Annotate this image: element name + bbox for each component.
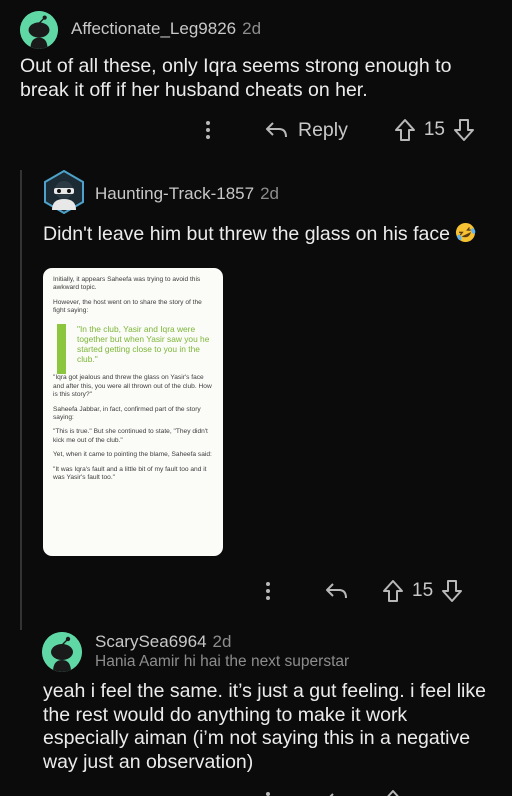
comment-actions: Reply 15	[198, 113, 475, 147]
more-options-icon[interactable]	[198, 120, 218, 140]
comment-body: Out of all these, only Iqra seems strong…	[20, 55, 452, 101]
article-paragraph: "It was Iqra's fault and a little bit of…	[53, 465, 207, 482]
user-flair: Hania Aamir hi hai the next superstar	[95, 653, 350, 670]
reply-icon	[326, 583, 347, 599]
avatar[interactable]	[42, 632, 82, 672]
reddit-snoo-icon	[20, 11, 58, 49]
article-paragraph: "This is true." But she continued to sta…	[53, 428, 208, 444]
thread-line[interactable]	[20, 170, 22, 630]
article-paragraph: However, the host went on to share the s…	[53, 298, 202, 315]
comment-actions: 15	[258, 574, 463, 608]
comment-author[interactable]: ScarySea6964 2d	[95, 632, 231, 652]
comment-author[interactable]: Affectionate_Leg9826 2d	[71, 19, 261, 39]
pull-quote-bar	[57, 323, 66, 374]
vote-controls: 15	[382, 579, 463, 603]
comment-text: Didn't leave him but threw the glass on …	[43, 223, 450, 245]
upvote-icon[interactable]	[382, 789, 404, 796]
upvote-icon[interactable]	[382, 579, 404, 603]
reply-button[interactable]	[324, 581, 348, 601]
username[interactable]: ScarySea6964	[95, 632, 207, 651]
username[interactable]: Affectionate_Leg9826	[71, 19, 236, 38]
avatar[interactable]	[20, 11, 58, 49]
comment-body: yeah i feel the same. it’s just a gut fe…	[43, 680, 486, 773]
comment-age: 2d	[260, 184, 279, 203]
comment-body: Didn't leave him but threw the glass on …	[43, 222, 503, 246]
reply-button[interactable]	[324, 791, 348, 796]
rolling-on-floor-laughing-icon	[455, 222, 476, 243]
username[interactable]: Haunting-Track-1857	[95, 184, 254, 203]
downvote-icon[interactable]	[441, 579, 463, 603]
comment-actions	[258, 784, 404, 796]
avatar[interactable]	[42, 170, 86, 214]
article-paragraph: Saheefa Jabbar, in fact, confirmed part …	[53, 405, 201, 422]
vote-count: 15	[412, 580, 434, 601]
downvote-icon[interactable]	[453, 118, 475, 142]
more-options-icon[interactable]	[258, 581, 278, 601]
more-options-icon[interactable]	[258, 791, 278, 796]
article-screenshot[interactable]: Initially, it appears Saheefa was trying…	[43, 268, 223, 556]
comment-age: 2d	[212, 632, 232, 651]
reply-icon	[266, 122, 287, 138]
comment-author[interactable]: Haunting-Track-1857 2d	[95, 184, 279, 204]
article-paragraph: Initially, it appears Saheefa was trying…	[53, 276, 201, 292]
vote-controls: 15	[394, 118, 475, 142]
reddit-snoo-icon	[42, 632, 82, 672]
pull-quote-text: "In the club, Yasir and Iqra were togeth…	[77, 323, 210, 365]
article-paragraph: "Iqra got jealous and threw the glass on…	[53, 374, 212, 399]
article-paragraph: Yet, when it came to pointing the blame,…	[53, 451, 212, 459]
reply-icon	[329, 793, 334, 796]
pull-quote: "In the club, Yasir and Iqra were togeth…	[57, 323, 215, 374]
user-avatar-icon	[44, 170, 84, 214]
vote-count: 15	[423, 119, 445, 140]
vote-controls	[382, 789, 404, 796]
upvote-icon[interactable]	[394, 118, 416, 142]
comment-age: 2d	[242, 19, 262, 38]
reply-button[interactable]: Reply	[264, 119, 348, 142]
reply-label: Reply	[298, 118, 348, 141]
